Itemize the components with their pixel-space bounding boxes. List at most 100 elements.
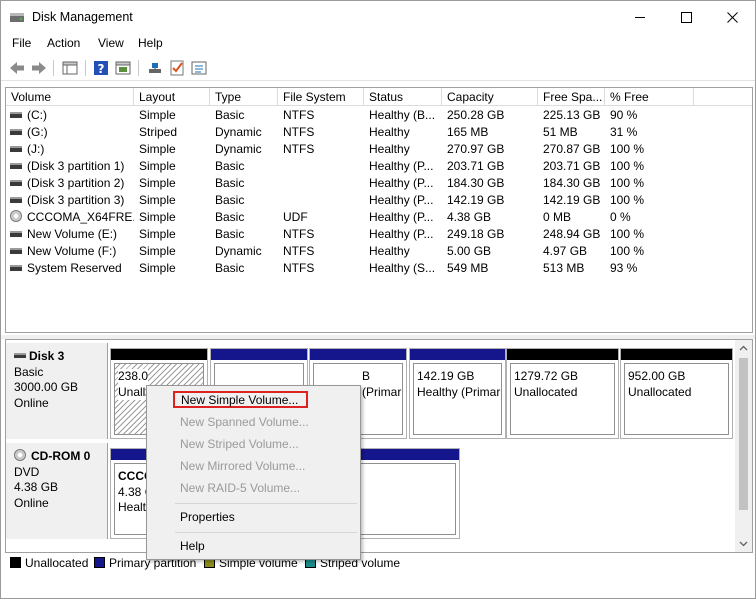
cell-status: Healthy (P... <box>369 209 441 226</box>
column-header-file-system[interactable]: File System <box>278 88 364 106</box>
table-row[interactable]: (G:) Striped Dynamic NTFS Healthy 165 MB 51 MB… <box>6 124 752 141</box>
scroll-up-icon[interactable] <box>739 344 748 353</box>
close-button[interactable] <box>709 1 755 33</box>
cell-volume: (Disk 3 partition 1) <box>10 158 134 175</box>
cell-text: 0 MB <box>543 210 572 224</box>
volume-icon <box>10 196 22 203</box>
menu-separator <box>175 532 357 533</box>
cell-capacity: 5.00 GB <box>447 243 537 260</box>
cell-fs <box>283 158 363 175</box>
table-row[interactable]: New Volume (E:) Simple Basic NTFS Healthy (P… <box>6 226 752 243</box>
maximize-button[interactable] <box>663 1 709 33</box>
minimize-button[interactable] <box>617 1 663 33</box>
cell-text: Healthy <box>369 142 410 156</box>
cell-text: 4.97 GB <box>543 244 588 258</box>
cell-text: NTFS <box>283 108 315 122</box>
list-view-icon[interactable] <box>190 59 208 77</box>
disk-name: CD-ROM 0 <box>31 449 91 463</box>
cell-text: 270.97 GB <box>447 142 505 156</box>
properties-icon[interactable] <box>114 59 132 77</box>
cell-status: Healthy (P... <box>369 175 441 192</box>
disk-3-partition-4[interactable]: 142.19 GB Healthy (Primar <box>409 348 506 439</box>
connect-icon[interactable] <box>146 59 164 77</box>
table-row[interactable]: (Disk 3 partition 3) Simple Basic Healthy (… <box>6 192 752 209</box>
cell-text: 250.28 GB <box>447 108 505 122</box>
menu-new-simple-volume[interactable]: New Simple Volume... <box>173 391 308 408</box>
cell-capacity: 249.18 GB <box>447 226 537 243</box>
partition-size: 142.19 GB <box>417 369 475 383</box>
cell-free: 513 MB <box>543 260 604 277</box>
cdrom-0-label[interactable]: CD-ROM 0 DVD 4.38 GB Online <box>6 443 108 539</box>
column-header-volume[interactable]: Volume <box>6 88 134 106</box>
cell-layout: Simple <box>139 226 209 243</box>
cell-volume: (Disk 3 partition 2) <box>10 175 134 192</box>
column-header-free-space[interactable]: Free Spa... <box>538 88 605 106</box>
scroll-thumb[interactable] <box>739 358 748 510</box>
graph-vertical-scrollbar[interactable] <box>735 340 752 552</box>
cell-text: Dynamic <box>215 142 262 156</box>
cell-text: 248.94 GB <box>543 227 601 241</box>
cell-text: NTFS <box>283 227 315 241</box>
column-header-status[interactable]: Status <box>364 88 442 106</box>
cell-fs: NTFS <box>283 226 363 243</box>
cell-volume: System Reserved <box>10 260 134 277</box>
cell-text: New Volume (F:) <box>27 244 117 258</box>
cell-free: 248.94 GB <box>543 226 604 243</box>
partition-size: 238.0 <box>118 369 149 385</box>
table-row[interactable]: System Reserved Simple Basic NTFS Healthy (S… <box>6 260 752 277</box>
partition-body: 1279.72 GB Unallocated <box>510 363 615 435</box>
table-row[interactable]: (Disk 3 partition 1) Simple Basic Healthy (… <box>6 158 752 175</box>
column-header-type[interactable]: Type <box>210 88 278 106</box>
cell-pct: 100 % <box>610 175 690 192</box>
cell-text: 165 MB <box>447 125 489 139</box>
forward-icon[interactable] <box>30 59 48 77</box>
disk-3-partition-5[interactable]: 1279.72 GB Unallocated <box>506 348 619 439</box>
menu-new-spanned-volume[interactable]: New Spanned Volume... <box>180 412 309 432</box>
console-tree-icon[interactable] <box>61 59 79 77</box>
cell-text: NTFS <box>283 244 315 258</box>
column-header-capacity[interactable]: Capacity <box>442 88 538 106</box>
table-row[interactable]: (C:) Simple Basic NTFS Healthy (B... 250.28 G… <box>6 107 752 124</box>
cell-type: Basic <box>215 209 277 226</box>
cell-text: Healthy (P... <box>369 176 434 190</box>
disk-type: Basic <box>14 364 44 379</box>
partition-color-bar <box>507 349 618 360</box>
column-header-percent-free[interactable]: % Free <box>605 88 694 106</box>
scroll-down-icon[interactable] <box>739 539 748 548</box>
cell-capacity: 549 MB <box>447 260 537 277</box>
cell-text: UDF <box>283 210 308 224</box>
cell-pct: 100 % <box>610 158 690 175</box>
menu-new-raid5-volume[interactable]: New RAID-5 Volume... <box>180 478 300 498</box>
table-row[interactable]: (J:) Simple Dynamic NTFS Healthy 270.97 GB 270… <box>6 141 752 158</box>
cell-volume: New Volume (F:) <box>10 243 134 260</box>
menu-help[interactable]: Help <box>138 36 163 50</box>
cell-free: 4.97 GB <box>543 243 604 260</box>
cell-type: Basic <box>215 226 277 243</box>
cell-fs: NTFS <box>283 260 363 277</box>
menu-file[interactable]: File <box>12 36 31 50</box>
title-bar[interactable]: Disk Management <box>1 1 755 33</box>
menu-properties[interactable]: Properties <box>180 507 235 527</box>
menu-view[interactable]: View <box>98 36 124 50</box>
menu-new-striped-volume[interactable]: New Striped Volume... <box>180 434 299 454</box>
menu-new-mirrored-volume[interactable]: New Mirrored Volume... <box>180 456 305 476</box>
disk-3-partition-6[interactable]: 952.00 GB Unallocated <box>620 348 733 439</box>
table-row[interactable]: (Disk 3 partition 2) Simple Basic Healthy (… <box>6 175 752 192</box>
column-header-layout[interactable]: Layout <box>134 88 210 106</box>
menu-help-item[interactable]: Help <box>180 536 205 556</box>
cell-text: NTFS <box>283 261 315 275</box>
cell-text: Simple <box>139 159 176 173</box>
disk-3-label[interactable]: Disk 3 Basic 3000.00 GB Online <box>6 343 108 439</box>
table-row[interactable]: CCCOMA_X64FRE... Simple Basic UDF Healthy (P… <box>6 209 752 226</box>
cell-text: Simple <box>139 210 176 224</box>
volume-icon <box>10 162 22 169</box>
context-menu: New Simple Volume... New Spanned Volume.… <box>146 385 361 560</box>
cell-text: 51 MB <box>543 125 578 139</box>
table-row[interactable]: New Volume (F:) Simple Dynamic NTFS Healthy 5… <box>6 243 752 260</box>
menu-action[interactable]: Action <box>47 36 80 50</box>
help-icon[interactable]: ? <box>92 59 110 77</box>
partition-color-bar <box>111 349 207 360</box>
checklist-icon[interactable] <box>168 59 186 77</box>
back-icon[interactable] <box>8 59 26 77</box>
cell-fs: NTFS <box>283 124 363 141</box>
